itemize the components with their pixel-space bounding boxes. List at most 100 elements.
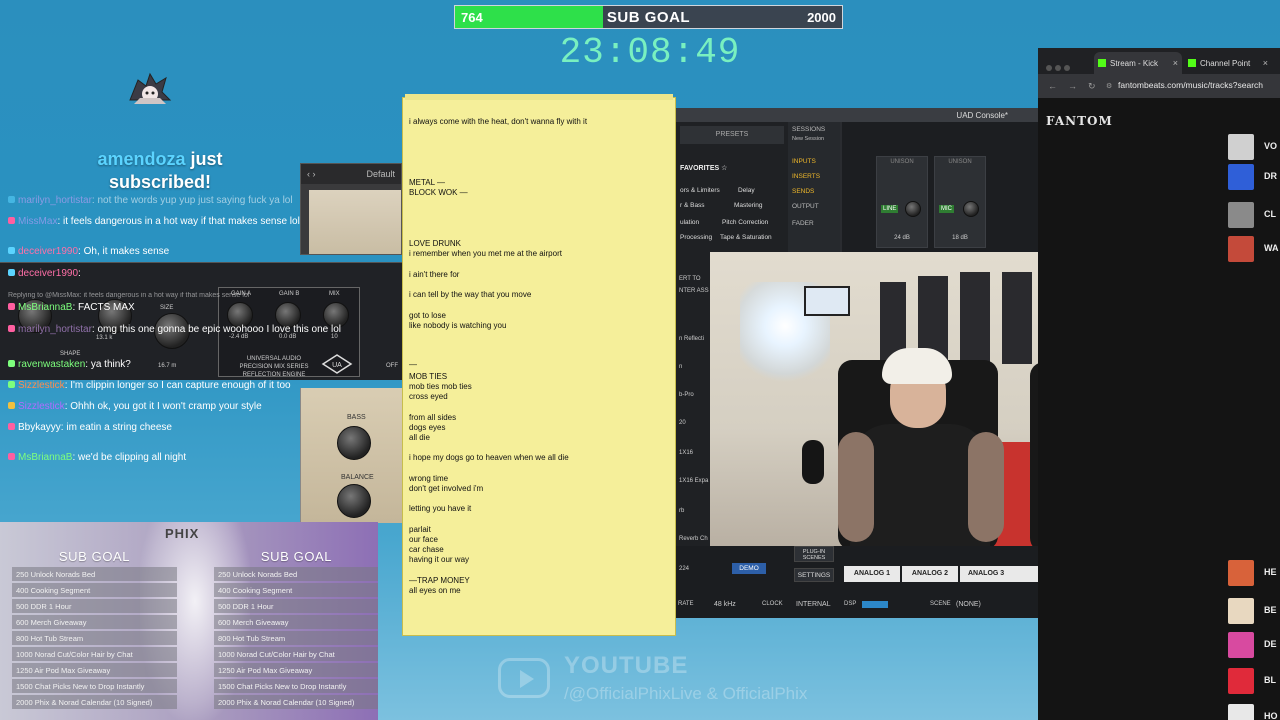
insert-item[interactable]: 224 (679, 566, 689, 572)
gain-knob[interactable] (963, 201, 979, 217)
lyrics-sticky-note[interactable]: i always come with the heat, don't wanna… (402, 94, 676, 636)
lyric-line: i hope my dogs go to heaven when we all … (409, 453, 569, 462)
sub-goal-heading: SUB GOAL (58, 549, 131, 564)
close-icon[interactable]: × (1173, 58, 1178, 68)
sample-rate-value[interactable]: 48 kHz (714, 601, 736, 608)
tab-analog-3[interactable]: ANALOG 3 (960, 566, 1038, 582)
insert-item[interactable]: 1X16 Expa (679, 478, 708, 484)
sub-goal-item: 2000 Phix & Norad Calendar (10 Signed) (214, 695, 378, 709)
bass-knob[interactable] (337, 426, 371, 460)
sends-toggle[interactable]: SENDS (792, 188, 814, 195)
tab-analog-2[interactable]: ANALOG 2 (902, 566, 958, 582)
tab-title: Channel Point (1200, 59, 1251, 68)
category-item[interactable]: Processing (680, 234, 712, 241)
site-info-icon[interactable]: ⚙ (1106, 82, 1112, 90)
chat-message: marilyn_hortistar: not the words yup yup… (8, 195, 293, 207)
insert-item[interactable]: NTER ASS (679, 288, 709, 294)
balance-label: BALANCE (341, 474, 374, 481)
track-title: DE (1264, 639, 1277, 649)
uad-channel-strips: UNISON LINE 24 dB UNISON MIC 18 dB (842, 122, 1038, 254)
plugin-scenes-button[interactable]: PLUG-IN SCENES (794, 546, 834, 562)
tab-analog-1[interactable]: ANALOG 1 (844, 566, 900, 582)
scene-value[interactable]: (NONE) (956, 601, 981, 608)
balance-knob[interactable] (337, 484, 371, 518)
streamer-arm (968, 432, 1004, 542)
channel-preamp-label[interactable]: UNISON (877, 159, 927, 165)
mic-switch[interactable]: MIC (939, 205, 954, 213)
note-title-bar[interactable] (405, 94, 673, 100)
insert-item[interactable]: 20 (679, 420, 686, 426)
insert-item[interactable]: n (679, 364, 682, 370)
star-icon[interactable]: ☆ (721, 165, 727, 172)
category-item[interactable]: Delay (738, 187, 755, 194)
plugin-faceplate (309, 190, 401, 254)
channel-strip-1: UNISON LINE 24 dB (876, 156, 928, 248)
plugin-nav-arrows[interactable]: ‹ › (307, 169, 316, 179)
back-arrow-icon[interactable]: ← (1048, 81, 1057, 91)
sub-goal-list-right: SUB GOAL 250 Unlock Norads Bed 400 Cooki… (214, 549, 378, 711)
insert-item[interactable]: 1X16 (679, 450, 693, 456)
output-toggle[interactable]: OUTPUT (792, 203, 819, 210)
sub-goal-item: 500 DDR 1 Hour (12, 599, 177, 613)
dsp-meter (862, 601, 888, 608)
fantom-logo[interactable]: FANTOM (1046, 114, 1113, 128)
monitor-screen (804, 286, 850, 316)
reload-icon[interactable]: ↻ (1088, 81, 1096, 92)
insert-item[interactable]: rb (679, 508, 684, 514)
category-item[interactable]: Pitch Correction (722, 219, 768, 226)
lyric-line: like nobody is watching you (409, 321, 507, 330)
tab-stream-kick[interactable]: Stream - Kick × (1094, 52, 1182, 74)
sub-goal-item: 2000 Phix & Norad Calendar (10 Signed) (12, 695, 177, 709)
track-title: HO (1264, 711, 1278, 720)
new-session-label[interactable]: New Session (792, 136, 824, 142)
plugin-preset-name[interactable]: Default (366, 169, 395, 179)
category-item[interactable]: Tape & Saturation (720, 234, 772, 241)
channel-preamp-label[interactable]: UNISON (935, 159, 985, 165)
url-field[interactable]: fantombeats.com/music/tracks?search (1118, 80, 1263, 90)
category-item[interactable]: ulation (680, 219, 699, 226)
sub-goal-item: 1000 Norad Cut/Color Hair by Chat (12, 647, 177, 661)
alert-text: just (185, 149, 223, 169)
inputs-toggle[interactable]: INPUTS (792, 158, 816, 165)
tab-channel-points[interactable]: Channel Point × (1184, 52, 1272, 74)
insert-item[interactable]: b-Pro (679, 392, 694, 398)
chat-message: Bbykayyy: im eatin a string cheese (8, 422, 172, 434)
sub-goal-item: 400 Cooking Segment (12, 583, 177, 597)
clock-source-value[interactable]: INTERNAL (796, 601, 831, 608)
lyric-line: from all sides (409, 413, 457, 422)
close-icon[interactable]: × (1263, 58, 1268, 68)
sub-goal-item: 600 Merch Giveaway (214, 615, 378, 629)
category-item[interactable]: ors & Limiters (680, 187, 720, 194)
clock-label: CLOCK (762, 601, 783, 607)
fader-toggle[interactable]: FADER (792, 220, 814, 227)
presets-tab[interactable]: PRESETS (680, 126, 784, 144)
insert-item[interactable]: ERT TO (679, 276, 701, 282)
sub-goal-item: 1000 Norad Cut/Color Hair by Chat (214, 647, 378, 661)
category-item[interactable]: Mastering (734, 202, 763, 209)
chat-badge-icon (8, 423, 15, 430)
insert-item[interactable]: Reverb Ch (679, 536, 708, 542)
chat-message: Sizzlestick: Ohhh ok, you got it I won't… (8, 401, 262, 413)
address-bar: ← → ↻ ⚙ fantombeats.com/music/tracks?sea… (1038, 74, 1280, 98)
sub-goal-item: 1250 Air Pod Max Giveaway (214, 663, 378, 677)
subathon-timer: 23:08:49 (559, 32, 741, 73)
svg-text:UA: UA (332, 362, 342, 369)
insert-item[interactable]: n Reflecti (679, 336, 704, 342)
gain-knob[interactable] (905, 201, 921, 217)
category-item[interactable]: r & Bass (680, 202, 705, 209)
settings-button[interactable]: SETTINGS (794, 568, 834, 582)
microphone (802, 440, 824, 484)
lyric-line: — (409, 360, 417, 369)
chat-message: ravenwastaken: ya think? (8, 359, 131, 371)
uad-title-bar[interactable]: UAD Console* (676, 108, 1038, 122)
inserts-toggle[interactable]: INSERTS (792, 173, 820, 180)
sub-goal-item: 1500 Chat Picks New to Drop Instantly (12, 679, 177, 693)
chat-message: MissMax: it feels dangerous in a hot way… (8, 216, 300, 228)
chat-username: Sizzlestick (18, 380, 65, 391)
chat-badge-icon (8, 325, 15, 332)
favorites-label: FAVORITES (680, 165, 720, 172)
sessions-label[interactable]: SESSIONS (792, 126, 825, 133)
line-switch[interactable]: LINE (881, 205, 899, 213)
demo-badge[interactable]: DEMO (732, 563, 766, 574)
forward-arrow-icon[interactable]: → (1068, 81, 1077, 91)
